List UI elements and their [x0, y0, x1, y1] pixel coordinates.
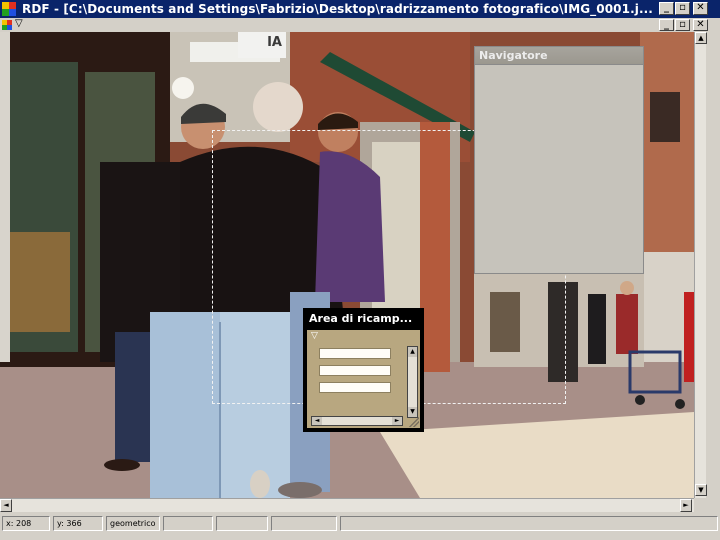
vertical-scrollbar[interactable]: ▲ ▼ — [694, 32, 707, 498]
horizontal-scrollbar[interactable]: ◄ ► — [0, 498, 694, 512]
doc-close-button[interactable]: ✕ — [693, 19, 708, 31]
list-item[interactable] — [319, 365, 391, 376]
menu-strip: ▽ _ ▫ ✕ — [0, 18, 720, 32]
minimize-button[interactable]: _ — [659, 2, 674, 15]
scroll-right-arrow-icon[interactable]: ► — [392, 417, 402, 425]
resample-area-panel[interactable]: Area di ricamp... ▽ ▲ ▼ ◄ ► — [303, 308, 424, 432]
status-mode: geometrico — [106, 516, 160, 531]
scroll-left-arrow-icon[interactable]: ◄ — [312, 417, 322, 425]
restore-button[interactable]: ▫ — [675, 2, 690, 15]
window-title: RDF - [C:\Documents and Settings\Fabrizi… — [22, 2, 652, 16]
status-cell-main — [340, 516, 718, 531]
scroll-left-arrow-icon[interactable]: ◄ — [0, 499, 12, 512]
resample-vertical-scrollbar[interactable]: ▲ ▼ — [407, 346, 418, 418]
resample-horizontal-scrollbar[interactable]: ◄ ► — [311, 416, 403, 426]
scroll-down-arrow-icon[interactable]: ▼ — [695, 484, 707, 496]
scroll-up-arrow-icon[interactable]: ▲ — [695, 32, 707, 44]
close-button[interactable]: ✕ — [693, 2, 708, 15]
app-window: RDF - [C:\Documents and Settings\Fabrizi… — [0, 0, 720, 540]
status-cell-4 — [163, 516, 213, 531]
document-icon[interactable] — [2, 20, 12, 30]
status-cell-6 — [271, 516, 337, 531]
scroll-up-arrow-icon[interactable]: ▲ — [408, 347, 417, 357]
list-item[interactable] — [319, 348, 391, 359]
shop-sign: IA — [238, 32, 286, 58]
chevron-down-icon[interactable]: ▽ — [311, 331, 318, 341]
status-cell-5 — [216, 516, 268, 531]
status-x-coordinate: x: 208 — [2, 516, 50, 531]
navigator-panel[interactable]: Navigatore — [474, 46, 644, 274]
resample-panel-body: ▽ ▲ ▼ ◄ ► — [307, 330, 420, 428]
scroll-right-arrow-icon[interactable]: ► — [680, 499, 692, 512]
list-item[interactable] — [319, 382, 391, 393]
scroll-down-arrow-icon[interactable]: ▼ — [408, 407, 417, 417]
doc-restore-button[interactable]: ▫ — [675, 19, 690, 31]
doc-minimize-button[interactable]: _ — [659, 19, 674, 31]
chevron-down-icon[interactable]: ▽ — [15, 18, 23, 29]
app-icon — [2, 2, 16, 16]
status-bar: x: 208 y: 366 geometrico — [0, 513, 720, 540]
navigator-title[interactable]: Navigatore — [475, 47, 643, 65]
resample-panel-title[interactable]: Area di ricamp... — [305, 310, 422, 328]
title-bar[interactable]: RDF - [C:\Documents and Settings\Fabrizi… — [0, 0, 720, 18]
resize-grip-icon[interactable] — [409, 417, 419, 427]
resample-list — [319, 348, 391, 399]
status-y-coordinate: y: 366 — [53, 516, 103, 531]
